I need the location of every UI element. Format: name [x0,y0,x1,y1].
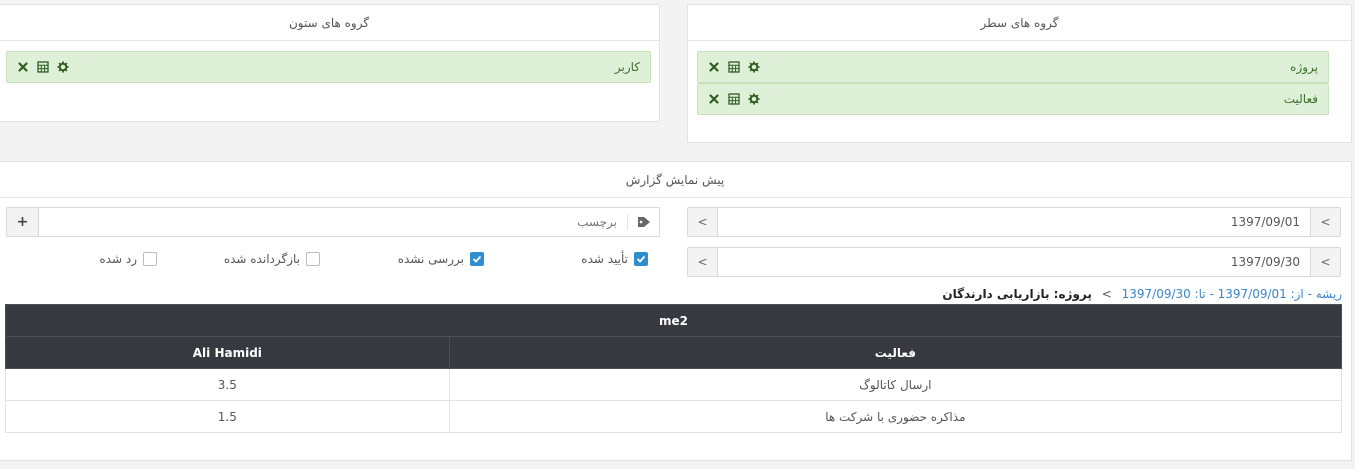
calculator-icon[interactable] [37,61,49,73]
close-icon[interactable] [17,61,29,73]
tag-filter: + [6,207,660,237]
table-group-header: me2 [5,304,1342,337]
date-to-next-button[interactable]: < [1310,248,1340,276]
row-group-item-activity[interactable]: فعالیت [697,83,1329,115]
date-from-prev-button[interactable]: < [688,208,718,236]
table-row: مذاکره حضوری با شرکت ها 1.5 [5,400,1343,433]
column-groups-title: گروه های ستون [0,5,659,41]
column-groups-panel: گروه های ستون کاربر [0,4,660,122]
date-to-input[interactable] [718,248,1310,276]
tag-input[interactable] [39,208,627,236]
calculator-icon[interactable] [728,93,740,105]
row-group-item-project[interactable]: پروژه [697,51,1329,83]
gear-icon[interactable] [748,61,760,73]
status-approved-checkbox[interactable]: تأیید شده [581,251,648,267]
breadcrumb-separator: > [1101,287,1112,301]
add-tag-button[interactable]: + [7,208,39,236]
column-header-activity: فعالیت [448,336,1343,369]
status-rejected-checkbox[interactable]: رد شده [99,251,157,267]
column-group-item-user[interactable]: کاربر [6,51,651,83]
calculator-icon[interactable] [728,61,740,73]
date-to-field: < < [687,247,1341,277]
checkbox-empty-icon[interactable] [143,252,157,266]
status-rejected-label: رد شده [99,252,137,266]
tag-icon [627,214,659,230]
gear-icon[interactable] [748,93,760,105]
date-from-next-button[interactable]: < [1310,208,1340,236]
table-cell-activity: مذاکره حضوری با شرکت ها [448,400,1343,433]
table-cell-value: 1.5 [5,400,450,433]
breadcrumb: ریشه - از: 1397/09/01 - تا: 1397/09/30 >… [942,287,1342,301]
report-preview-title: پیش نمایش گزارش [0,162,1351,198]
group-item-label: فعالیت [1283,92,1318,106]
date-from-input[interactable] [718,208,1310,236]
table-row: ارسال کاتالوگ 3.5 [5,368,1343,401]
checkbox-checked-icon[interactable] [634,252,648,266]
table-cell-activity: ارسال کاتالوگ [448,368,1343,401]
status-approved-label: تأیید شده [581,252,628,266]
status-returned-checkbox[interactable]: بازگردانده شده [224,251,320,267]
row-groups-title: گروه های سطر [688,5,1351,41]
breadcrumb-current: پروژه: بازاریابی دارندگان [942,287,1092,301]
column-header-user: Ali Hamidi [5,336,450,369]
status-returned-label: بازگردانده شده [223,252,300,266]
close-icon[interactable] [708,61,720,73]
status-unreviewed-label: بررسی نشده [397,252,464,266]
checkbox-checked-icon[interactable] [470,252,484,266]
group-item-label: پروژه [1290,60,1318,74]
date-from-field: < < [687,207,1341,237]
row-groups-panel: گروه های سطر پروژه فعالیت [687,4,1352,143]
gear-icon[interactable] [57,61,69,73]
breadcrumb-root-link[interactable]: ریشه - از: 1397/09/01 - تا: 1397/09/30 [1122,287,1342,301]
group-item-label: کاربر [614,60,640,74]
close-icon[interactable] [708,93,720,105]
report-table: me2 فعالیت Ali Hamidi ارسال کاتالوگ 3.5 … [5,304,1343,433]
status-unreviewed-checkbox[interactable]: بررسی نشده [398,251,484,267]
date-to-prev-button[interactable]: < [688,248,718,276]
checkbox-empty-icon[interactable] [306,252,320,266]
table-cell-value: 3.5 [5,368,450,401]
